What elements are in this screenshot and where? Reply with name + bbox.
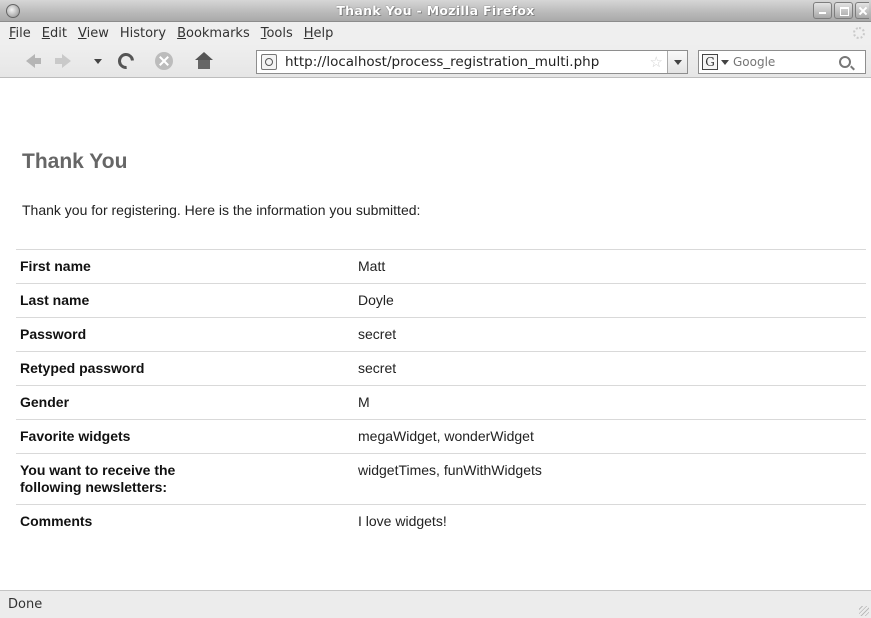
stop-button[interactable]	[152, 50, 176, 72]
row-value: secret	[354, 317, 866, 352]
table-row: You want to receive the following newsle…	[16, 453, 866, 505]
menu-file-label: ile	[15, 25, 31, 41]
navigation-toolbar: http://localhost/process_registration_mu…	[0, 44, 871, 78]
menu-help[interactable]: Help	[299, 26, 339, 41]
url-history-dropdown[interactable]	[667, 51, 687, 73]
window-titlebar[interactable]: Thank You - Mozilla Firefox	[0, 0, 871, 22]
window-controls	[813, 2, 869, 19]
search-input[interactable]	[733, 55, 837, 69]
menu-edit-label: dit	[50, 25, 67, 41]
search-bar[interactable]: G	[698, 50, 866, 74]
chevron-down-icon[interactable]	[721, 59, 729, 65]
resize-grip-icon[interactable]	[859, 606, 869, 616]
minimize-button[interactable]	[813, 2, 832, 19]
table-row: First name Matt	[16, 249, 866, 284]
intro-text: Thank you for registering. Here is the i…	[22, 202, 421, 218]
menu-view-accesskey: V	[77, 25, 87, 41]
forward-button[interactable]	[50, 50, 74, 72]
row-value: Doyle	[354, 283, 866, 318]
table-row: Gender M	[16, 385, 866, 420]
page-title: Thank You	[22, 150, 128, 173]
menu-view[interactable]: View	[73, 26, 114, 41]
table-row: Retyped password secret	[16, 351, 866, 386]
address-bar[interactable]: http://localhost/process_registration_mu…	[256, 50, 688, 74]
row-label: Gender	[16, 385, 354, 420]
row-label: Comments	[16, 504, 354, 538]
reload-button[interactable]	[114, 49, 138, 73]
menu-bookmarks-label: ookmarks	[186, 25, 250, 41]
menu-tools-label: ools	[266, 25, 293, 41]
row-label: First name	[16, 249, 354, 284]
window-title: Thank You - Mozilla Firefox	[336, 3, 535, 18]
row-label: Retyped password	[16, 351, 354, 386]
search-icon[interactable]	[839, 56, 851, 68]
site-identity-icon[interactable]	[261, 54, 277, 70]
home-icon	[195, 52, 213, 70]
status-text: Done	[8, 597, 43, 612]
row-value: Matt	[354, 249, 866, 284]
row-value: I love widgets!	[354, 504, 866, 538]
menu-edit[interactable]: Edit	[37, 26, 72, 41]
chevron-down-icon	[673, 59, 682, 65]
status-bar: Done	[0, 590, 871, 618]
bookmark-star-icon[interactable]: ☆	[650, 53, 663, 71]
menu-file[interactable]: File	[4, 26, 36, 41]
history-dropdown-button[interactable]	[86, 50, 110, 72]
row-value: M	[354, 385, 866, 420]
menu-bookmarks[interactable]: Bookmarks	[172, 26, 255, 41]
row-value: megaWidget, wonderWidget	[354, 419, 866, 454]
menu-tools[interactable]: Tools	[256, 26, 298, 41]
url-field[interactable]: http://localhost/process_registration_mu…	[285, 54, 650, 70]
home-button[interactable]	[192, 50, 216, 72]
row-value: secret	[354, 351, 866, 386]
reload-icon	[114, 49, 138, 73]
menu-bar: File Edit View History Bookmarks Tools H…	[0, 22, 871, 44]
row-label: You want to receive the following newsle…	[16, 453, 354, 505]
menu-history[interactable]: History	[115, 26, 171, 41]
row-value: widgetTimes, funWithWidgets	[354, 453, 866, 505]
menu-bookmarks-accesskey: B	[177, 25, 186, 41]
table-row: Last name Doyle	[16, 283, 866, 318]
row-label: Last name	[16, 283, 354, 318]
chevron-down-icon	[94, 58, 102, 64]
search-engine-icon[interactable]: G	[702, 54, 718, 70]
back-arrow-icon	[25, 54, 41, 68]
row-label: Favorite widgets	[16, 419, 354, 454]
forward-arrow-icon	[54, 54, 71, 68]
page-content: Thank You Thank you for registering. Her…	[0, 79, 871, 590]
table-row: Comments I love widgets!	[16, 504, 866, 538]
maximize-button[interactable]	[834, 2, 853, 19]
back-button[interactable]	[18, 50, 42, 72]
table-row: Password secret	[16, 317, 866, 352]
menu-history-label: History	[119, 25, 167, 41]
row-label: Password	[16, 317, 354, 352]
menu-view-label: iew	[86, 25, 109, 41]
menu-help-label: elp	[313, 25, 334, 41]
submitted-info-table: First name Matt Last name Doyle Password…	[16, 249, 866, 538]
close-button[interactable]	[855, 2, 869, 19]
menu-help-accesskey: H	[303, 25, 314, 41]
stop-icon	[155, 52, 173, 70]
throbber-icon	[853, 27, 865, 39]
table-row: Favorite widgets megaWidget, wonderWidge…	[16, 419, 866, 454]
menu-edit-accesskey: E	[41, 25, 50, 41]
